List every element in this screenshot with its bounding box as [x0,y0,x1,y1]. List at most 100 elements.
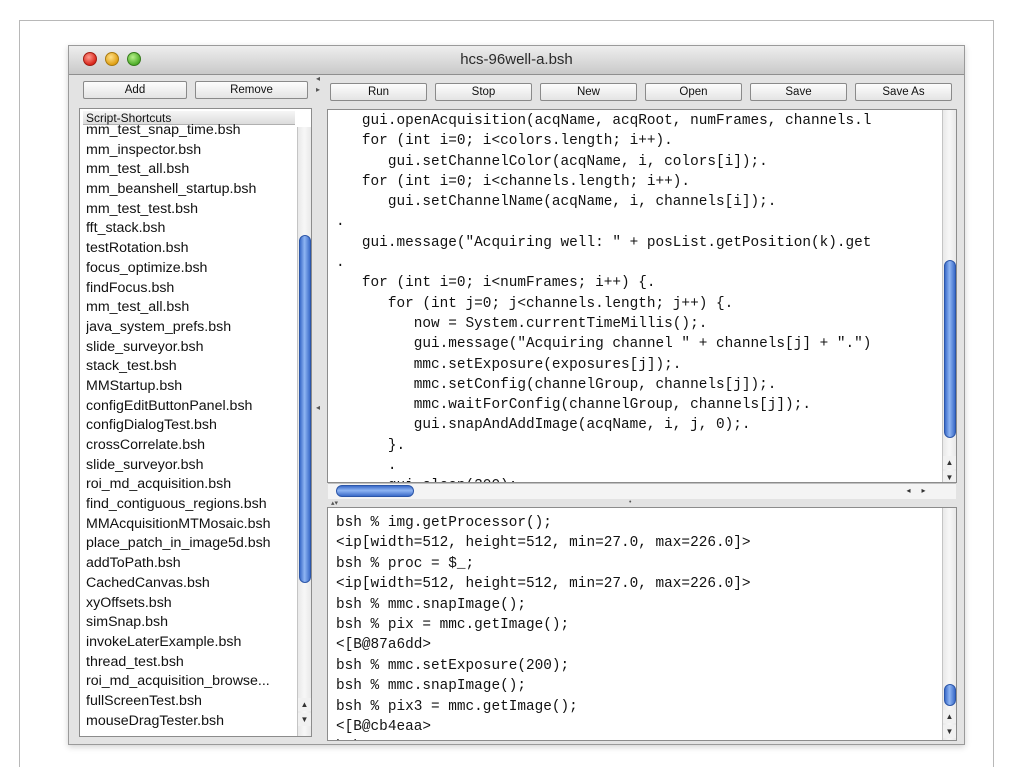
script-shortcut-item[interactable]: findFocus.bsh [86,279,298,299]
code-line: mmc.setConfig(channelGroup, channels[j])… [336,376,777,393]
script-shortcut-item[interactable]: mm_inspector.bsh [86,141,298,161]
code-line: gui.sleep(300);. [336,476,871,482]
run-button[interactable]: Run [330,83,427,101]
console-scroll-thumb[interactable] [944,684,956,706]
code-line: for (int j=0; j<channels.length; j++) {. [336,295,734,312]
script-shortcut-item[interactable]: mm_beanshell_startup.bsh [86,180,298,200]
shortcuts-vertical-scrollbar[interactable]: ▲ ▼ [297,127,311,736]
console-line: <ip[width=512, height=512, min=27.0, max… [336,535,751,552]
scroll-right-arrow-icon[interactable]: ▸ [917,485,930,497]
console-vertical-scrollbar[interactable]: ▲ ▼ [942,508,956,740]
page-frame-right [993,20,994,767]
expand-right-arrow-icon[interactable]: ▸ [316,86,322,94]
console-scroll-down-arrow-icon[interactable]: ▼ [943,725,956,738]
script-code-text[interactable]: gui.openAcquisition(acqName, acqRoot, nu… [328,111,872,482]
script-shortcut-item[interactable]: java_system_prefs.bsh [86,318,298,338]
split-grip-icon[interactable]: • [629,499,637,506]
code-line: for (int i=0; i<numFrames; i++) {. [336,275,656,292]
console-output-text[interactable]: bsh % img.getProcessor(); <ip[width=512, … [328,513,751,740]
editor-horizontal-scroll-thumb[interactable] [336,485,414,497]
script-shortcut-item[interactable]: invokeLaterExample.bsh [86,633,298,653]
script-shortcuts-list: mm_test_snap_time.bsh mm_inspector.bsh mm_… [86,121,298,731]
collapse-left-arrow-icon[interactable]: ◂ [316,75,322,83]
code-line: . [336,214,345,231]
script-shortcut-item[interactable]: focus_optimize.bsh [86,259,298,279]
code-line: . [336,255,345,272]
console-scroll-up-arrow-icon[interactable]: ▲ [943,710,956,723]
script-editor[interactable]: gui.openAcquisition(acqName, acqRoot, nu… [327,109,957,483]
console-line: <ip[width=512, height=512, min=27.0, max… [336,576,751,593]
code-line: gui.snapAndAddImage(acqName, i, j, 0);. [336,417,751,434]
editor-scroll-thumb[interactable] [944,260,956,438]
editor-scroll-down-arrow-icon[interactable]: ▼ [943,471,956,482]
beanshell-console[interactable]: bsh % img.getProcessor(); <ip[width=512, … [327,507,957,741]
scroll-up-arrow-icon[interactable]: ▲ [298,698,311,711]
script-shortcut-item[interactable]: CachedCanvas.bsh [86,574,298,594]
console-line: <[B@cb4eaa> [336,719,431,736]
script-shortcut-item[interactable]: thread_test.bsh [86,653,298,673]
split-divider-handle[interactable]: ◂ [316,404,322,412]
script-shortcut-item[interactable]: place_patch_in_image5d.bsh [86,534,298,554]
open-button[interactable]: Open [645,83,742,101]
save-button[interactable]: Save [750,83,847,101]
console-line: bsh % mmc.snapImage(); [336,678,526,695]
console-line: <[B@87a6dd> [336,637,431,654]
editor-vertical-scrollbar[interactable]: ▲ ▼ [942,110,956,482]
page-frame-top [19,20,994,21]
editor-horizontal-scrollbar[interactable]: ◂ ▸ [328,483,956,499]
code-line: . [336,458,397,475]
code-line: gui.openAcquisition(acqName, acqRoot, nu… [336,113,872,129]
script-shortcut-item[interactable]: mouseDragTester.bsh [86,712,298,732]
scroll-left-arrow-icon[interactable]: ◂ [902,485,915,497]
stop-button[interactable]: Stop [435,83,532,101]
script-shortcut-item[interactable]: MMAcquisitionMTMosaic.bsh [86,515,298,535]
script-panel-window: hcs-96well-a.bsh Add Remove ◂ ▸ ◂ Script… [68,45,965,745]
editor-scroll-up-arrow-icon[interactable]: ▲ [943,456,956,469]
save-as-button[interactable]: Save As [855,83,952,101]
script-shortcut-item[interactable]: roi_md_acquisition_browse... [86,672,298,692]
script-shortcuts-panel: Script-Shortcuts mm_test_snap_time.bsh mm… [79,108,312,737]
script-shortcut-item[interactable]: roi_md_acquisition.bsh [86,475,298,495]
code-line: mmc.waitForConfig(channelGroup, channels… [336,397,811,414]
script-shortcut-item[interactable]: mm_test_all.bsh [86,298,298,318]
script-shortcut-item[interactable]: mm_test_snap_time.bsh [86,121,298,141]
code-line: gui.message("Acquiring well: " + posList… [336,234,872,251]
page-frame-left [19,20,20,767]
script-shortcut-item[interactable]: MMStartup.bsh [86,377,298,397]
script-shortcut-item[interactable]: slide_surveyor.bsh [86,456,298,476]
console-line: bsh % proc = $_; [336,555,475,572]
shortcuts-scroll-thumb[interactable] [299,235,311,583]
script-shortcut-item[interactable]: testRotation.bsh [86,239,298,259]
code-line: for (int i=0; i<colors.length; i++). [336,133,673,150]
script-shortcut-item[interactable]: configDialogTest.bsh [86,416,298,436]
code-line: gui.setChannelColor(acqName, i, colors[i… [336,153,768,170]
script-shortcut-item[interactable]: simSnap.bsh [86,613,298,633]
console-line: bsh % pix3 = mmc.getImage(); [336,698,578,715]
new-button[interactable]: New [540,83,637,101]
script-shortcut-item[interactable]: slide_surveyor.bsh [86,338,298,358]
window-title: hcs-96well-a.bsh [460,51,573,68]
remove-button[interactable]: Remove [195,81,308,99]
code-line: gui.message("Acquiring channel " + chann… [336,336,872,353]
script-shortcut-item[interactable]: crossCorrelate.bsh [86,436,298,456]
code-line: mmc.setExposure(exposures[j]);. [336,356,682,373]
title-bar[interactable]: hcs-96well-a.bsh [69,46,964,75]
console-line: bsh % mmc.snapImage(); [336,596,526,613]
code-line: now = System.currentTimeMillis();. [336,315,708,332]
code-line: gui.setChannelName(acqName, i, channels[… [336,194,777,211]
script-shortcut-item[interactable]: addToPath.bsh [86,554,298,574]
script-shortcut-item[interactable]: find_contiguous_regions.bsh [86,495,298,515]
script-shortcut-item[interactable]: stack_test.bsh [86,357,298,377]
script-shortcut-item[interactable]: xyOffsets.bsh [86,594,298,614]
add-button[interactable]: Add [83,81,187,99]
code-line: for (int i=0; i<channels.length; i++). [336,173,691,190]
script-shortcut-item[interactable]: mm_test_all.bsh [86,160,298,180]
script-shortcut-item[interactable]: mm_test_test.bsh [86,200,298,220]
vertical-split-arrows-icon[interactable]: ▴▾ [331,500,351,507]
console-line: bsh % img.getProcessor(); [336,515,552,531]
code-line: }. [336,437,406,454]
scroll-down-arrow-icon[interactable]: ▼ [298,713,311,726]
script-shortcut-item[interactable]: fullScreenTest.bsh [86,692,298,712]
script-shortcut-item[interactable]: configEditButtonPanel.bsh [86,397,298,417]
script-shortcut-item[interactable]: fft_stack.bsh [86,219,298,239]
